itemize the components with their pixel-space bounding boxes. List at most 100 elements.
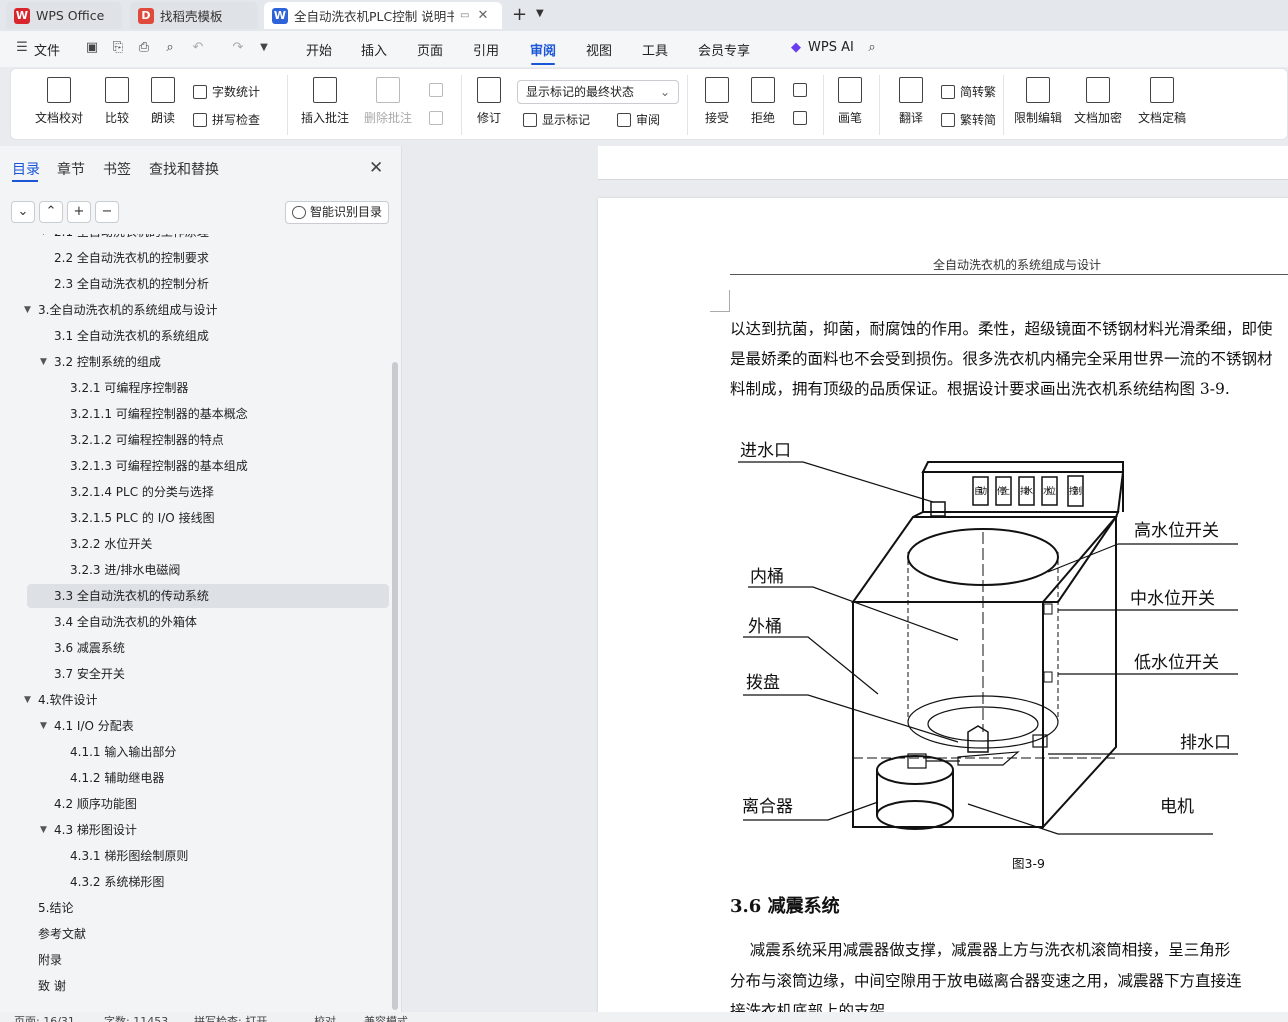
read-aloud-button[interactable]: 朗读 bbox=[145, 77, 181, 126]
status-words[interactable]: 字数: 11453 bbox=[104, 1013, 168, 1022]
toc-item[interactable]: 2.3 全自动洗衣机的控制分析 bbox=[0, 272, 390, 296]
window-icon[interactable]: ▭ bbox=[460, 10, 469, 21]
print-icon[interactable]: ⎙ bbox=[136, 40, 152, 56]
toc-item[interactable]: 3.2.1.2 可编程控制器的特点 bbox=[0, 428, 390, 452]
search-icon[interactable]: ⌕ bbox=[864, 40, 880, 56]
toc-item[interactable]: 2.2 全自动洗衣机的控制要求 bbox=[0, 246, 390, 270]
expand-arrow-icon[interactable]: ▼ bbox=[24, 688, 31, 712]
tab-wps-office[interactable]: W WPS Office bbox=[6, 2, 122, 29]
document-page[interactable]: 全自动洗衣机的系统组成与设计 以达到抗菌，抑菌，耐腐蚀的作用。柔性，超级镜面不锈… bbox=[598, 198, 1288, 1012]
revise-button[interactable]: 修订 bbox=[469, 77, 509, 126]
toc-item[interactable]: 4.1.2 辅助继电器 bbox=[0, 766, 390, 790]
toc-item[interactable]: 参考文献 bbox=[0, 922, 390, 946]
toc-item[interactable]: 3.2.3 进/排水电磁阀 bbox=[0, 558, 390, 582]
tab-template[interactable]: D 找稻壳模板 bbox=[130, 2, 258, 29]
reject-button[interactable]: 拒绝 bbox=[743, 77, 783, 126]
menu-review[interactable]: 审阅 bbox=[530, 40, 556, 59]
smart-toc-button[interactable]: 智能识别目录 bbox=[285, 201, 389, 224]
toc-item[interactable]: 4.3.2 系统梯形图 bbox=[0, 870, 390, 894]
redo-icon[interactable]: ↷ bbox=[230, 40, 246, 56]
translate-button[interactable]: 翻译 bbox=[891, 77, 931, 126]
toc-item[interactable]: 3.6 减震系统 bbox=[0, 636, 390, 660]
toc-item[interactable]: ▼ 2.1 全自动洗衣机的工作原理 bbox=[0, 234, 390, 244]
to-traditional-button[interactable]: 简转繁 bbox=[941, 83, 996, 100]
promote-level-button[interactable]: + bbox=[67, 201, 91, 223]
close-icon[interactable]: ✕ bbox=[369, 158, 383, 178]
menu-file[interactable]: 文件 bbox=[34, 40, 60, 59]
menu-insert[interactable]: 插入 bbox=[361, 40, 387, 59]
nav-tab-bookmarks[interactable]: 书签 bbox=[103, 159, 131, 179]
toc-item[interactable]: 附录 bbox=[0, 948, 390, 972]
print-preview-icon[interactable]: ⌕ bbox=[162, 40, 178, 56]
menu-tools[interactable]: 工具 bbox=[642, 40, 668, 59]
spell-check-button[interactable]: 拼写检查 bbox=[193, 111, 260, 128]
review-pane-button[interactable]: 审阅 bbox=[617, 111, 660, 128]
toc-item[interactable]: 3.4 全自动洗衣机的外箱体 bbox=[0, 610, 390, 634]
toc-item[interactable]: 4.2 顺序功能图 bbox=[0, 792, 390, 816]
expand-down-button[interactable]: ⌄ bbox=[11, 201, 35, 223]
encrypt-button[interactable]: 文档加密 bbox=[1071, 77, 1125, 126]
hamburger-icon[interactable]: ☰ bbox=[14, 40, 30, 56]
toc-item[interactable]: 4.3.1 梯形图绘制原则 bbox=[0, 844, 390, 868]
show-markup-button[interactable]: 显示标记 bbox=[523, 111, 590, 128]
wps-ai-icon[interactable]: ◆ bbox=[788, 40, 804, 56]
expand-arrow-icon[interactable]: ▼ bbox=[40, 350, 47, 374]
toc-scrollbar[interactable] bbox=[392, 362, 398, 1010]
expand-arrow-icon[interactable]: ▼ bbox=[40, 234, 47, 244]
toc-item[interactable]: ▼ 4.1 I/O 分配表 bbox=[0, 714, 390, 738]
toc-item[interactable]: 3.7 安全开关 bbox=[0, 662, 390, 686]
toc-item[interactable]: 4.1.1 输入输出部分 bbox=[0, 740, 390, 764]
status-page[interactable]: 页面: 16/31 bbox=[14, 1013, 75, 1022]
nav-tab-chapters[interactable]: 章节 bbox=[57, 159, 85, 179]
more-chevron-icon[interactable]: ▼ bbox=[256, 40, 272, 56]
toc-item[interactable]: ▼ 3.全自动洗衣机的系统组成与设计 bbox=[0, 298, 390, 322]
toc-item[interactable]: 3.1 全自动洗衣机的系统组成 bbox=[0, 324, 390, 348]
prev-change-button[interactable] bbox=[793, 83, 812, 97]
nav-tab-find-replace[interactable]: 查找和替换 bbox=[149, 159, 219, 179]
menu-view[interactable]: 视图 bbox=[586, 40, 612, 59]
toc-item[interactable]: 5.结论 bbox=[0, 896, 390, 920]
expand-arrow-icon[interactable]: ▼ bbox=[24, 298, 31, 322]
expand-arrow-icon[interactable]: ▼ bbox=[40, 818, 47, 842]
collapse-up-button[interactable]: ⌃ bbox=[39, 201, 63, 223]
menu-page[interactable]: 页面 bbox=[417, 40, 443, 59]
toc-item[interactable]: 3.2.1.4 PLC 的分类与选择 bbox=[0, 480, 390, 504]
toc-item[interactable]: 致 谢 bbox=[0, 974, 390, 998]
compare-button[interactable]: 比较 bbox=[95, 77, 139, 126]
toc-item[interactable]: 3.2.1.3 可编程控制器的基本组成 bbox=[0, 454, 390, 478]
nav-tab-toc[interactable]: 目录 bbox=[12, 159, 40, 179]
undo-icon[interactable]: ↶ bbox=[190, 40, 206, 56]
expand-arrow-icon[interactable]: ▼ bbox=[40, 714, 47, 738]
menu-wps-ai[interactable]: WPS AI bbox=[808, 40, 854, 55]
accept-button[interactable]: 接受 bbox=[697, 77, 737, 126]
delete-comment-button[interactable]: 删除批注 bbox=[359, 77, 417, 126]
toc-item[interactable]: 3.2.1.5 PLC 的 I/O 接线图 bbox=[0, 506, 390, 530]
status-spell[interactable]: 拼写检查: 打开 bbox=[194, 1013, 267, 1022]
toc-item[interactable]: 3.2.1.1 可编程控制器的基本概念 bbox=[0, 402, 390, 426]
markup-state-select[interactable]: 显示标记的最终状态 ⌄ bbox=[517, 80, 679, 104]
demote-level-button[interactable]: − bbox=[95, 201, 119, 223]
toc-item[interactable]: 3.2.1 可编程序控制器 bbox=[0, 376, 390, 400]
menu-member[interactable]: 会员专享 bbox=[698, 40, 750, 59]
tab-document[interactable]: W 全自动洗衣机PLC控制 说明书 ▭ ✕ bbox=[264, 2, 502, 29]
to-simplified-button[interactable]: 繁转简 bbox=[941, 111, 996, 128]
word-count-button[interactable]: 字数统计 bbox=[193, 83, 260, 100]
restrict-edit-button[interactable]: 限制编辑 bbox=[1011, 77, 1065, 126]
toc-item[interactable]: ▼ 4.3 梯形图设计 bbox=[0, 818, 390, 842]
toc-item[interactable]: ▼ 3.2 控制系统的组成 bbox=[0, 350, 390, 374]
toc-item[interactable]: 3.2.2 水位开关 bbox=[0, 532, 390, 556]
doc-check-button[interactable]: 文档校对 bbox=[29, 77, 89, 126]
insert-comment-button[interactable]: 插入批注 bbox=[299, 77, 351, 126]
close-icon[interactable]: ✕ bbox=[477, 8, 488, 23]
save-icon[interactable]: ▣ bbox=[84, 40, 100, 56]
toc-item[interactable]: ▼ 4.软件设计 bbox=[0, 688, 390, 712]
export-icon[interactable]: ⎘ bbox=[110, 40, 126, 56]
toc-item[interactable]: 3.3 全自动洗衣机的传动系统 bbox=[27, 584, 389, 608]
pen-button[interactable]: 画笔 bbox=[833, 77, 867, 126]
status-proof[interactable]: 校对 bbox=[314, 1013, 336, 1022]
next-comment-button[interactable] bbox=[429, 111, 448, 125]
menu-reference[interactable]: 引用 bbox=[473, 40, 499, 59]
finalize-button[interactable]: 文档定稿 bbox=[1131, 77, 1193, 126]
chevron-down-icon[interactable]: ▼ bbox=[536, 8, 544, 19]
new-tab-button[interactable]: + bbox=[512, 4, 527, 25]
